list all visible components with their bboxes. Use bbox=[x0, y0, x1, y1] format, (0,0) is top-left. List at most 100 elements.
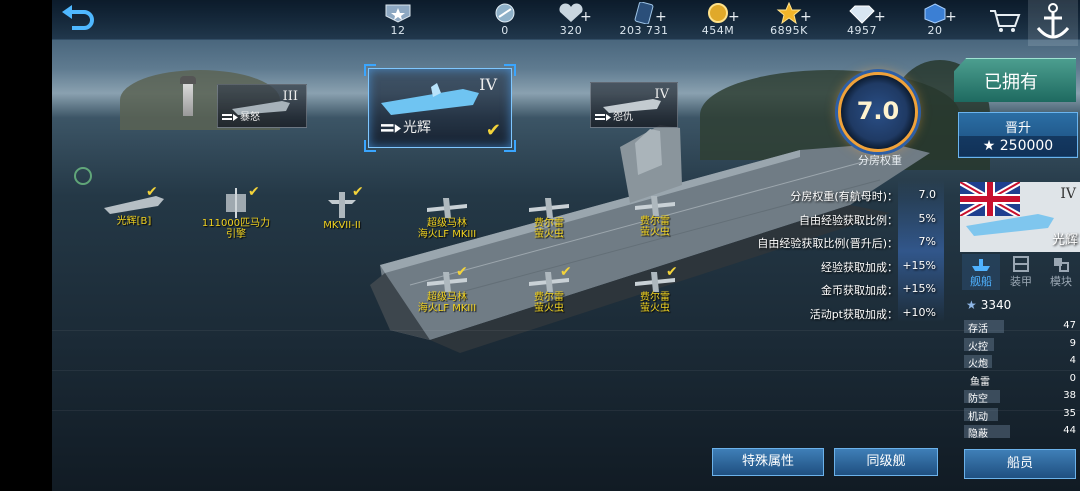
aircraft-label: 费尔雷 bbox=[640, 216, 670, 227]
armor-tab-icon bbox=[1013, 256, 1029, 272]
matchmaking-weight-value: 7.0 bbox=[856, 97, 900, 125]
resource-rank[interactable]: 12 bbox=[353, 2, 443, 37]
carrier-class-icon bbox=[595, 114, 611, 121]
ship-name: 光辉 bbox=[403, 120, 431, 136]
screen-edge bbox=[0, 0, 52, 491]
stat-key: 分房权重(有航母时)： bbox=[790, 190, 898, 203]
resource-value: 12 bbox=[390, 24, 406, 37]
selection-corner bbox=[364, 64, 376, 76]
plus-icon[interactable]: + bbox=[800, 9, 812, 25]
plus-icon[interactable]: + bbox=[655, 9, 667, 25]
bonus-stats: 分房权重(有航母时)： 7.0 自由经验获取比例： 5% 自由经验获取比例(晋升… bbox=[730, 185, 940, 326]
plus-icon[interactable]: + bbox=[728, 9, 740, 25]
attribute-row: 鱼雷 0 bbox=[964, 371, 1080, 389]
fighter-plane-icon bbox=[529, 198, 569, 218]
wave-line bbox=[52, 330, 1080, 331]
aircraft-label: 萤火虫 bbox=[640, 303, 670, 314]
attribute-name: 存活 bbox=[968, 324, 988, 335]
tab-label: 装甲 bbox=[1010, 275, 1032, 288]
equipment-engine[interactable]: 111000匹马力 引擎 ✔ bbox=[196, 184, 276, 240]
crew-button[interactable]: 船员 bbox=[964, 449, 1076, 479]
aircraft-label: 萤火虫 bbox=[534, 303, 564, 314]
equipment-label: 111000匹马力 bbox=[201, 218, 271, 229]
attribute-row: 火炮 4 bbox=[964, 353, 1080, 371]
tab-module[interactable]: 模块 bbox=[1042, 254, 1080, 290]
ship-tab-icon bbox=[972, 259, 990, 271]
special-attributes-button[interactable]: 特殊属性 bbox=[712, 448, 824, 476]
equipped-check-icon: ✔ bbox=[560, 264, 572, 280]
back-button[interactable] bbox=[58, 4, 98, 36]
stat-value: 5% bbox=[918, 211, 936, 225]
attribute-row: 机动 35 bbox=[964, 406, 1080, 424]
stat-value: +15% bbox=[902, 282, 936, 295]
stat-key: 金币获取加成： bbox=[821, 284, 898, 297]
stat-row: 活动pt获取加成： +10% bbox=[730, 303, 940, 327]
equipment-radar[interactable]: MKVII-II ✔ bbox=[306, 184, 378, 231]
stat-row: 经验获取加成： +15% bbox=[730, 256, 940, 280]
shop-button[interactable] bbox=[988, 8, 1022, 34]
aircraft-label: 萤火虫 bbox=[640, 227, 670, 238]
combat-power-value: 3340 bbox=[980, 298, 1012, 312]
stat-key: 自由经验获取比例(晋升后)： bbox=[757, 237, 898, 250]
aircraft-firefly-4[interactable]: 费尔雷 萤火虫 ✔ bbox=[622, 264, 688, 314]
attribute-value: 47 bbox=[1063, 320, 1076, 331]
aircraft-firefly-3[interactable]: 费尔雷 萤火虫 ✔ bbox=[516, 264, 582, 314]
ship-card-implacable[interactable]: IV 怨仇 bbox=[590, 82, 678, 128]
attribute-value: 38 bbox=[1063, 390, 1076, 401]
owned-button[interactable]: 已拥有 bbox=[954, 58, 1076, 102]
stat-row: 自由经验获取比例： 5% bbox=[730, 209, 940, 233]
aircraft-seafire-1[interactable]: 超级马林 海火LF MKIII bbox=[410, 198, 484, 240]
attribute-name: 隐蔽 bbox=[968, 429, 988, 440]
resource-value: 20 bbox=[927, 24, 943, 37]
stat-key: 经验获取加成： bbox=[821, 260, 898, 274]
module-tab-icon bbox=[1054, 258, 1069, 272]
carrier-class-icon bbox=[222, 114, 238, 121]
ship-tier: III bbox=[282, 89, 298, 104]
ship-name: 怨仇 bbox=[613, 112, 633, 123]
aircraft-label: 费尔雷 bbox=[640, 292, 670, 303]
target-reticle-icon bbox=[74, 167, 92, 185]
attribute-row: 防空 38 bbox=[964, 388, 1080, 406]
attribute-row: 火控 9 bbox=[964, 336, 1080, 354]
stat-value: 7% bbox=[918, 235, 936, 248]
power-star-icon: ★ bbox=[966, 298, 977, 312]
equipped-check-icon: ✔ bbox=[666, 264, 678, 280]
shopping-cart-icon bbox=[990, 10, 1021, 32]
equipped-check-icon: ✔ bbox=[352, 184, 364, 200]
aircraft-firefly-2[interactable]: 费尔雷 萤火虫 bbox=[622, 196, 688, 238]
diamond-icon bbox=[849, 5, 875, 24]
port-button[interactable] bbox=[1028, 0, 1078, 46]
detail-tabs: 舰船 装甲 模块 bbox=[962, 254, 1080, 290]
stat-key: 活动pt获取加成： bbox=[809, 307, 898, 321]
plus-icon[interactable]: + bbox=[945, 9, 957, 25]
tab-armor[interactable]: 装甲 bbox=[1002, 254, 1040, 290]
carrier-thumbnail-icon bbox=[381, 83, 479, 115]
attribute-name: 鱼雷 bbox=[970, 376, 990, 388]
lighthouse-top bbox=[180, 76, 196, 84]
aircraft-label: 超级马林 bbox=[427, 218, 467, 229]
plus-icon[interactable]: + bbox=[580, 9, 592, 25]
wave-line bbox=[52, 370, 1080, 371]
aircraft-seafire-2[interactable]: 超级马林 海火LF MKIII ✔ bbox=[410, 264, 484, 314]
selection-corner bbox=[364, 140, 376, 152]
equipment-hull[interactable]: 光辉[B] ✔ bbox=[98, 184, 170, 227]
matchmaking-weight-badge: 7.0 bbox=[838, 72, 918, 152]
attribute-name: 火控 bbox=[968, 341, 988, 353]
attribute-row: 存活 47 bbox=[964, 318, 1080, 336]
resource-cubes[interactable]: 20 bbox=[890, 2, 980, 37]
ship-card-illustrious[interactable]: IV 光辉 ✔ bbox=[364, 64, 516, 152]
blueprint-coin-icon bbox=[495, 3, 515, 23]
aircraft-firefly-1[interactable]: 费尔雷 萤火虫 bbox=[516, 198, 582, 240]
sister-ships-button[interactable]: 同级舰 bbox=[834, 448, 938, 476]
stat-row: 自由经验获取比例(晋升后)： 7% bbox=[730, 232, 940, 256]
stat-value: 7.0 bbox=[918, 188, 937, 201]
tab-label: 舰船 bbox=[970, 275, 992, 288]
aircraft-label: 海火LF MKIII bbox=[417, 229, 477, 240]
equipment-label: 引擎 bbox=[226, 229, 246, 240]
plus-icon[interactable]: + bbox=[874, 9, 886, 25]
owned-check-icon: ✔ bbox=[485, 120, 501, 141]
promote-button[interactable]: 晋升 ★ 250000 bbox=[958, 112, 1078, 158]
tab-ship[interactable]: 舰船 bbox=[962, 254, 1000, 290]
ship-card-furious[interactable]: III 暴怒 bbox=[217, 84, 307, 128]
attribute-value: 35 bbox=[1063, 407, 1076, 419]
